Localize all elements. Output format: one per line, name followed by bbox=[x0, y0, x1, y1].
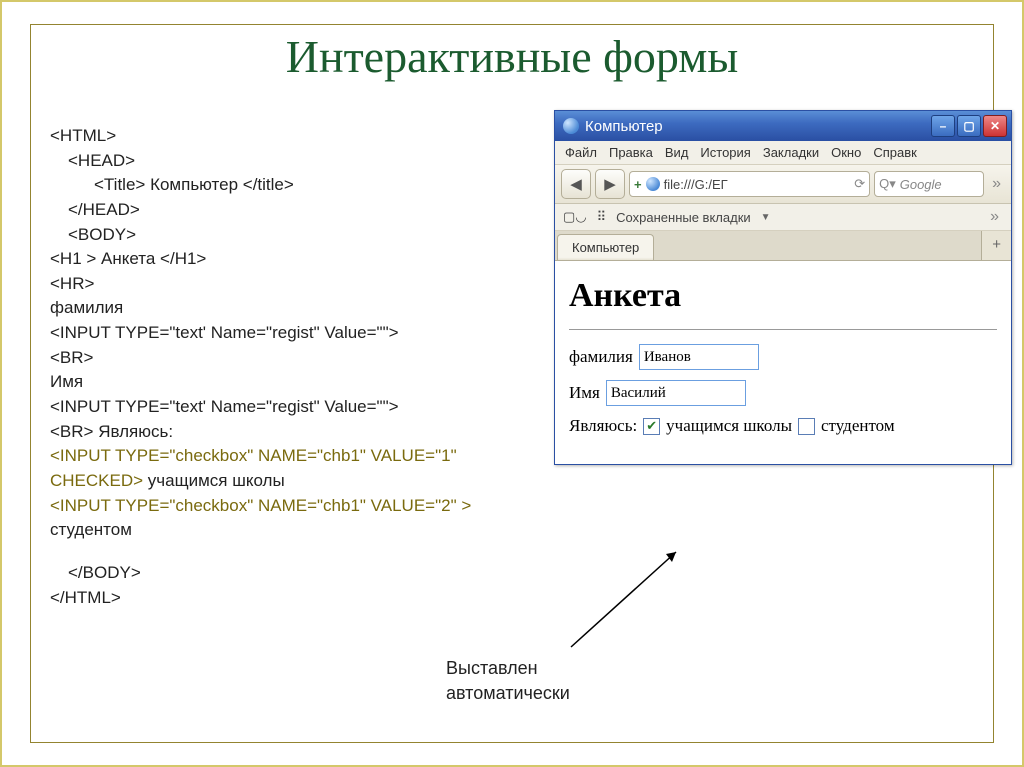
address-bar[interactable]: + file:///G:/ЕГ ⟳ bbox=[629, 171, 870, 197]
minimize-button[interactable]: – bbox=[931, 115, 955, 137]
callout-caption: Выставлен автоматически bbox=[446, 656, 570, 705]
checkbox1-label: учащимся школы bbox=[666, 416, 792, 436]
lastname-label: фамилия bbox=[569, 347, 633, 367]
maximize-button[interactable]: ▢ bbox=[957, 115, 981, 137]
menu-bookmarks[interactable]: Закладки bbox=[763, 145, 819, 160]
menu-bar: Файл Правка Вид История Закладки Окно Сп… bbox=[555, 141, 1011, 165]
checkbox-student-school[interactable]: ✔ bbox=[643, 418, 660, 435]
window-title: Компьютер bbox=[585, 118, 663, 135]
forward-button[interactable]: ▶ bbox=[595, 169, 625, 199]
tab-computer[interactable]: Компьютер bbox=[557, 234, 654, 260]
url-text: file:///G:/ЕГ bbox=[664, 177, 728, 192]
close-button[interactable]: ✕ bbox=[983, 115, 1007, 137]
menu-help[interactable]: Справк bbox=[873, 145, 916, 160]
back-button[interactable]: ◀ bbox=[561, 169, 591, 199]
nav-toolbar: ◀ ▶ + file:///G:/ЕГ ⟳ Q▾ Google » bbox=[555, 165, 1011, 204]
grid-icon[interactable]: ⠿ bbox=[597, 209, 607, 225]
menu-edit[interactable]: Правка bbox=[609, 145, 653, 160]
saved-tabs-label[interactable]: Сохраненные вкладки bbox=[616, 210, 750, 225]
code-listing: <HTML> <HEAD> <Title> Компьютер </title>… bbox=[50, 124, 480, 610]
search-placeholder: Google bbox=[900, 177, 942, 192]
new-tab-button[interactable]: + bbox=[981, 231, 1011, 260]
page-content: Анкета фамилия Имя Являюсь: ✔ учащимся ш… bbox=[555, 261, 1011, 464]
divider bbox=[569, 329, 997, 330]
overflow-icon-2[interactable]: » bbox=[986, 208, 1003, 226]
menu-window[interactable]: Окно bbox=[831, 145, 861, 160]
page-heading: Анкета bbox=[569, 277, 997, 315]
globe-icon bbox=[646, 177, 660, 191]
book-icon[interactable]: ▢◡ bbox=[563, 209, 587, 225]
search-box[interactable]: Q▾ Google bbox=[874, 171, 984, 197]
chevron-down-icon: ▼ bbox=[761, 212, 771, 223]
bookmarks-bar: ▢◡ ⠿ Сохраненные вкладки ▼ » bbox=[555, 204, 1011, 231]
firstname-input[interactable] bbox=[606, 380, 746, 406]
slide-title: Интерактивные формы bbox=[2, 30, 1022, 83]
magnifier-icon: Q▾ bbox=[879, 176, 896, 192]
iam-label: Являюсь: bbox=[569, 416, 637, 436]
menu-file[interactable]: Файл bbox=[565, 145, 597, 160]
checkbox2-label: студентом bbox=[821, 416, 895, 436]
tab-bar: Компьютер + bbox=[555, 231, 1011, 261]
checkbox-student-college[interactable] bbox=[798, 418, 815, 435]
add-icon: + bbox=[634, 177, 642, 192]
browser-window: Компьютер – ▢ ✕ Файл Правка Вид История … bbox=[554, 110, 1012, 465]
favicon-icon bbox=[563, 118, 579, 134]
window-titlebar: Компьютер – ▢ ✕ bbox=[555, 111, 1011, 141]
reload-icon[interactable]: ⟳ bbox=[854, 176, 865, 192]
firstname-label: Имя bbox=[569, 383, 600, 403]
lastname-input[interactable] bbox=[639, 344, 759, 370]
menu-view[interactable]: Вид bbox=[665, 145, 689, 160]
overflow-icon[interactable]: » bbox=[988, 175, 1005, 193]
menu-history[interactable]: История bbox=[700, 145, 750, 160]
